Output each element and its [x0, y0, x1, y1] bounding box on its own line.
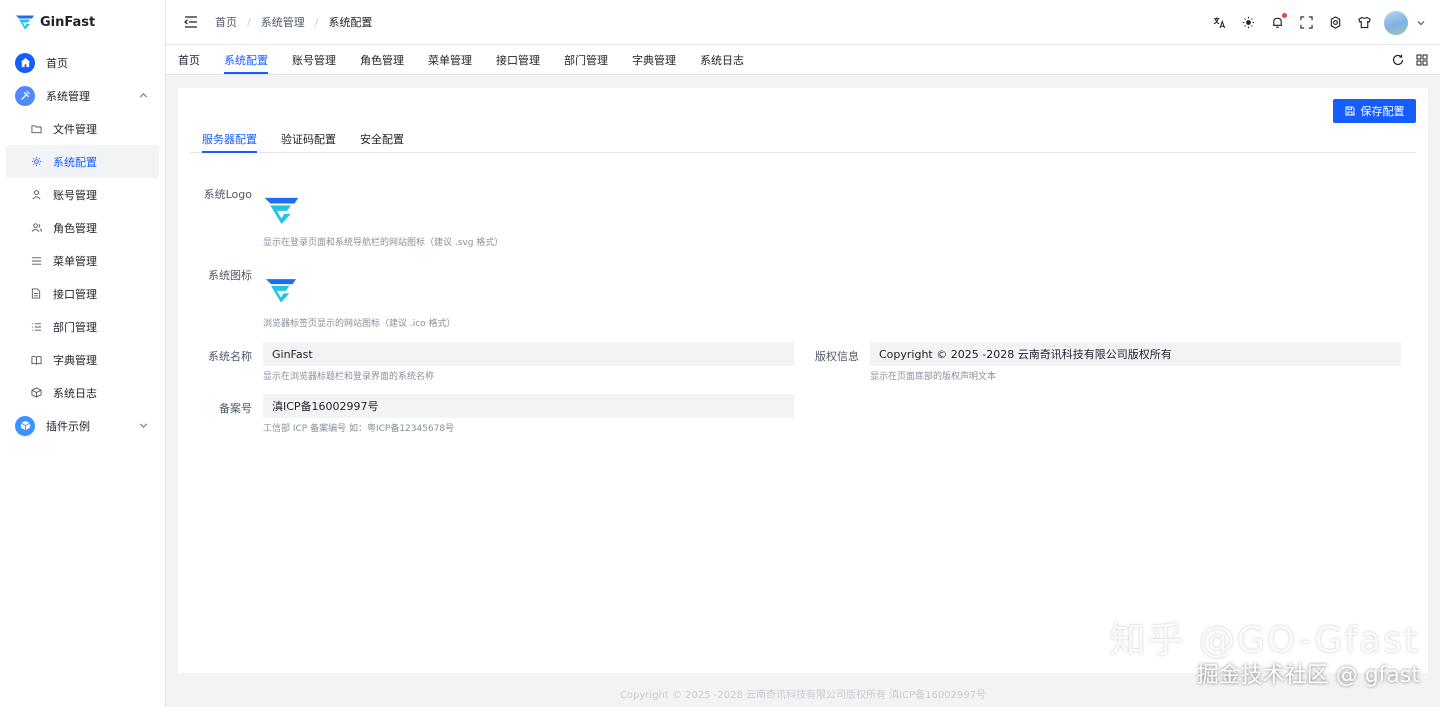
sidebar-item-label: 部门管理	[53, 320, 97, 334]
sidebar: GinFast 首页 系统管理 文件管理 系统配置 账号管理 角色管理 菜单管理…	[0, 0, 166, 707]
ginfast-logo-icon	[16, 15, 34, 30]
grid-menu-icon[interactable]	[1416, 54, 1428, 66]
breadcrumb-item-current: 系统配置	[328, 16, 373, 29]
copyright-input[interactable]: Copyright © 2025 -2028 云南奇讯科技有限公司版权所有	[870, 342, 1401, 366]
system-name-input[interactable]: GinFast	[263, 342, 794, 366]
sidebar-item-label: 菜单管理	[53, 254, 97, 268]
tab-system-config[interactable]: 系统配置	[212, 45, 280, 74]
tab-security-config[interactable]: 安全配置	[348, 125, 416, 152]
tab-menu-management[interactable]: 菜单管理	[416, 45, 484, 74]
skin-shirt-icon[interactable]	[1357, 16, 1371, 30]
tab-tools	[1392, 45, 1428, 75]
breadcrumb: 首页 / 系统管理 / 系统配置	[215, 14, 372, 30]
sidebar-item-label: 系统配置	[53, 155, 97, 169]
sidebar-item-label: 系统日志	[53, 386, 97, 400]
system-icon-label: 系统图标	[208, 269, 252, 282]
refresh-icon[interactable]	[1392, 54, 1404, 66]
tab-server-config[interactable]: 服务器配置	[190, 125, 269, 153]
system-icon-upload[interactable]	[266, 277, 296, 303]
fullscreen-icon[interactable]	[1299, 16, 1313, 30]
sidebar-item-api-management[interactable]: 接口管理	[6, 277, 159, 310]
user-icon	[30, 189, 42, 201]
copyright-help: 显示在页面底部的版权声明文本	[870, 372, 997, 382]
page-tabs-bar: 首页 系统配置 账号管理 角色管理 菜单管理 接口管理 部门管理 字典管理 系统…	[166, 45, 1440, 75]
tab-account-management[interactable]: 账号管理	[280, 45, 348, 74]
sidebar-item-label: 插件示例	[46, 419, 90, 433]
breadcrumb-separator: /	[314, 15, 319, 29]
config-tabs: 服务器配置 验证码配置 安全配置	[190, 125, 1416, 153]
menu-fold-icon[interactable]	[184, 15, 198, 29]
tools-icon	[15, 85, 35, 106]
icp-label: 备案号	[219, 402, 252, 415]
sidebar-item-label: 系统管理	[46, 89, 90, 103]
plugin-icon	[15, 415, 35, 436]
breadcrumb-item-home[interactable]: 首页	[215, 14, 237, 30]
tab-dictionary-management[interactable]: 字典管理	[620, 45, 688, 74]
sidebar-item-role-management[interactable]: 角色管理	[6, 211, 159, 244]
system-logo-label: 系统Logo	[203, 188, 252, 201]
chevron-down-icon	[139, 423, 148, 429]
icp-help: 工信部 ICP 备案编号 如：粤ICP备12345678号	[263, 424, 455, 434]
breadcrumb-item-system-management[interactable]: 系统管理	[261, 14, 305, 30]
breadcrumb-separator: /	[247, 15, 251, 29]
save-config-label: 保存配置	[1360, 105, 1405, 118]
sidebar-item-label: 账号管理	[53, 188, 97, 202]
brand[interactable]: GinFast	[0, 0, 165, 44]
sidebar-item-system-management[interactable]: 系统管理	[6, 79, 159, 112]
avatar[interactable]	[1384, 10, 1408, 35]
list-icon	[30, 321, 42, 333]
tab-system-log[interactable]: 系统日志	[688, 45, 756, 74]
top-header: 首页 / 系统管理 / 系统配置	[166, 0, 1440, 45]
sidebar-item-label: 角色管理	[53, 221, 97, 235]
tab-captcha-config[interactable]: 验证码配置	[269, 125, 348, 152]
save-config-button[interactable]: 保存配置	[1333, 99, 1416, 123]
save-icon	[1345, 106, 1354, 116]
sidebar-item-label: 首页	[46, 56, 68, 70]
book-icon	[30, 354, 42, 366]
sidebar-item-home[interactable]: 首页	[6, 46, 159, 79]
sidebar-item-label: 文件管理	[53, 122, 97, 136]
tab-home[interactable]: 首页	[166, 45, 212, 74]
tab-api-management[interactable]: 接口管理	[484, 45, 552, 74]
file-icon	[30, 288, 42, 300]
icp-input[interactable]: 滇ICP备16002997号	[263, 394, 794, 418]
gear-icon	[30, 156, 42, 168]
system-logo-upload[interactable]	[264, 196, 299, 224]
tab-role-management[interactable]: 角色管理	[348, 45, 416, 74]
copyright-label: 版权信息	[815, 350, 859, 363]
users-icon	[30, 222, 42, 234]
page-tabs: 首页 系统配置 账号管理 角色管理 菜单管理 接口管理 部门管理 字典管理 系统…	[166, 45, 756, 74]
system-name-label: 系统名称	[208, 350, 252, 363]
settings-gear-icon[interactable]	[1328, 16, 1342, 30]
chevron-down-icon[interactable]	[1416, 18, 1426, 28]
sidebar-item-file-management[interactable]: 文件管理	[6, 112, 159, 145]
sidebar-item-plugin-examples[interactable]: 插件示例	[6, 409, 159, 442]
chevron-up-icon	[139, 92, 148, 98]
sidebar-menu: 首页 系统管理 文件管理 系统配置 账号管理 角色管理 菜单管理 接口管理 部门…	[0, 46, 165, 442]
home-icon	[15, 52, 35, 73]
system-config-card: 保存配置 服务器配置 验证码配置 安全配置 系统Logo 显示在登录页面和系统导…	[178, 88, 1428, 673]
sidebar-item-department-management[interactable]: 部门管理	[6, 310, 159, 343]
translate-icon[interactable]	[1212, 16, 1226, 30]
cube-icon	[30, 387, 42, 399]
sidebar-item-label: 接口管理	[53, 287, 97, 301]
menu-icon	[30, 255, 42, 267]
notification-bell-icon[interactable]	[1270, 12, 1287, 30]
app-name: GinFast	[40, 14, 96, 30]
tab-department-management[interactable]: 部门管理	[552, 45, 620, 74]
sidebar-item-dictionary-management[interactable]: 字典管理	[6, 343, 159, 376]
sidebar-item-menu-management[interactable]: 菜单管理	[6, 244, 159, 277]
theme-sun-icon[interactable]	[1241, 16, 1255, 30]
system-logo-help: 显示在登录页面和系统导航栏的网站图标（建议 .svg 格式）	[263, 238, 504, 248]
sidebar-item-system-log[interactable]: 系统日志	[6, 376, 159, 409]
header-actions	[1197, 0, 1426, 45]
system-icon-help: 浏览器标签页显示的网站图标（建议 .ico 格式）	[263, 319, 456, 329]
notification-dot	[1282, 12, 1287, 18]
sidebar-item-system-config[interactable]: 系统配置	[6, 145, 159, 178]
sidebar-item-account-management[interactable]: 账号管理	[6, 178, 159, 211]
folder-icon	[30, 123, 42, 135]
footer-copyright: Copyright © 2025 -2028 云南奇讯科技有限公司版权所有 滇I…	[619, 690, 987, 701]
sidebar-item-label: 字典管理	[53, 353, 97, 367]
system-name-help: 显示在浏览器标题栏和登录界面的系统名称	[263, 372, 435, 382]
